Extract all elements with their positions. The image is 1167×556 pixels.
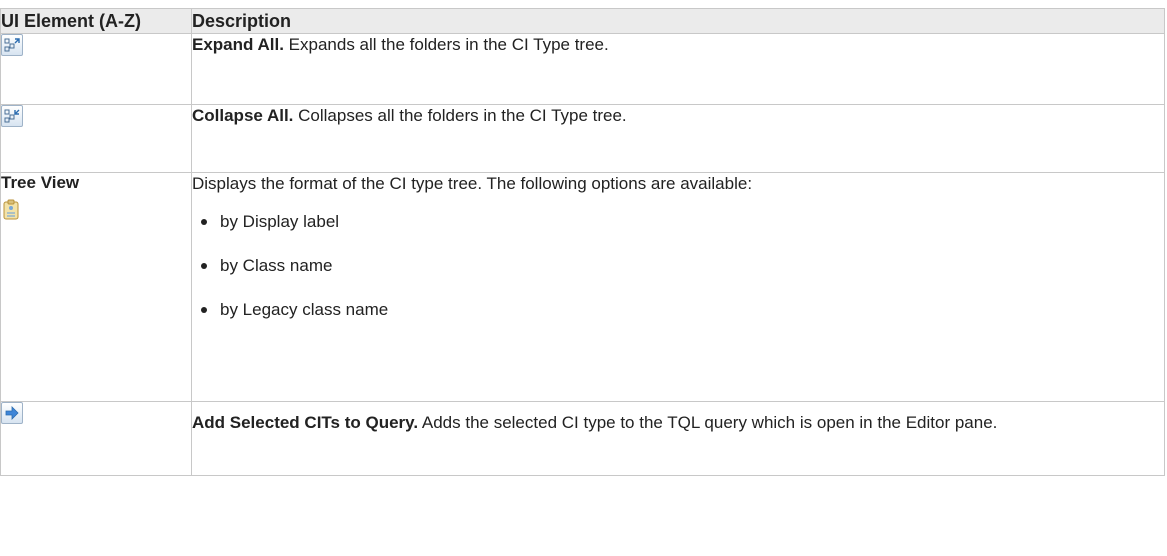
description-cell: Add Selected CITs to Query. Adds the sel… [191, 401, 1165, 476]
list-item: by Class name [192, 255, 1164, 299]
tree-view-label: Tree View [1, 173, 80, 192]
element-cell: Tree View [0, 172, 192, 402]
row-term: Collapse All. [192, 106, 294, 125]
list-item: by Display label [192, 211, 1164, 255]
row-description: Adds the selected CI type to the TQL que… [418, 413, 998, 432]
row-description: Expands all the folders in the CI Type t… [283, 35, 609, 54]
header-ui-element: UI Element (A-Z) [0, 8, 192, 34]
row-term: Add Selected CITs to Query. [192, 413, 419, 432]
description-cell: Collapse All. Collapses all the folders … [191, 104, 1165, 173]
element-cell [0, 401, 192, 476]
expand-all-icon [1, 34, 23, 56]
element-cell [0, 104, 192, 173]
table-header-row: UI Element (A-Z) Description [0, 8, 1165, 34]
table-row: Tree View Displays the format of the CI … [0, 172, 1165, 402]
collapse-all-icon [1, 105, 23, 127]
element-cell [0, 33, 192, 105]
table-row: Collapse All. Collapses all the folders … [0, 104, 1165, 173]
row-description: Collapses all the folders in the CI Type… [293, 106, 627, 125]
ui-elements-table: UI Element (A-Z) Description Expand All.… [0, 8, 1165, 476]
table-row: Add Selected CITs to Query. Adds the sel… [0, 401, 1165, 476]
table-row: Expand All. Expands all the folders in t… [0, 33, 1165, 105]
description-cell: Expand All. Expands all the folders in t… [191, 33, 1165, 105]
tree-view-options-list: by Display label by Class name by Legacy… [192, 211, 1164, 343]
add-arrow-icon [1, 402, 23, 424]
description-cell: Displays the format of the CI type tree.… [191, 172, 1165, 402]
row-description: Displays the format of the CI type tree.… [192, 174, 753, 193]
list-item: by Legacy class name [192, 299, 1164, 343]
header-description: Description [191, 8, 1165, 34]
row-term: Expand All. [192, 35, 284, 54]
tree-view-icon [3, 199, 19, 220]
